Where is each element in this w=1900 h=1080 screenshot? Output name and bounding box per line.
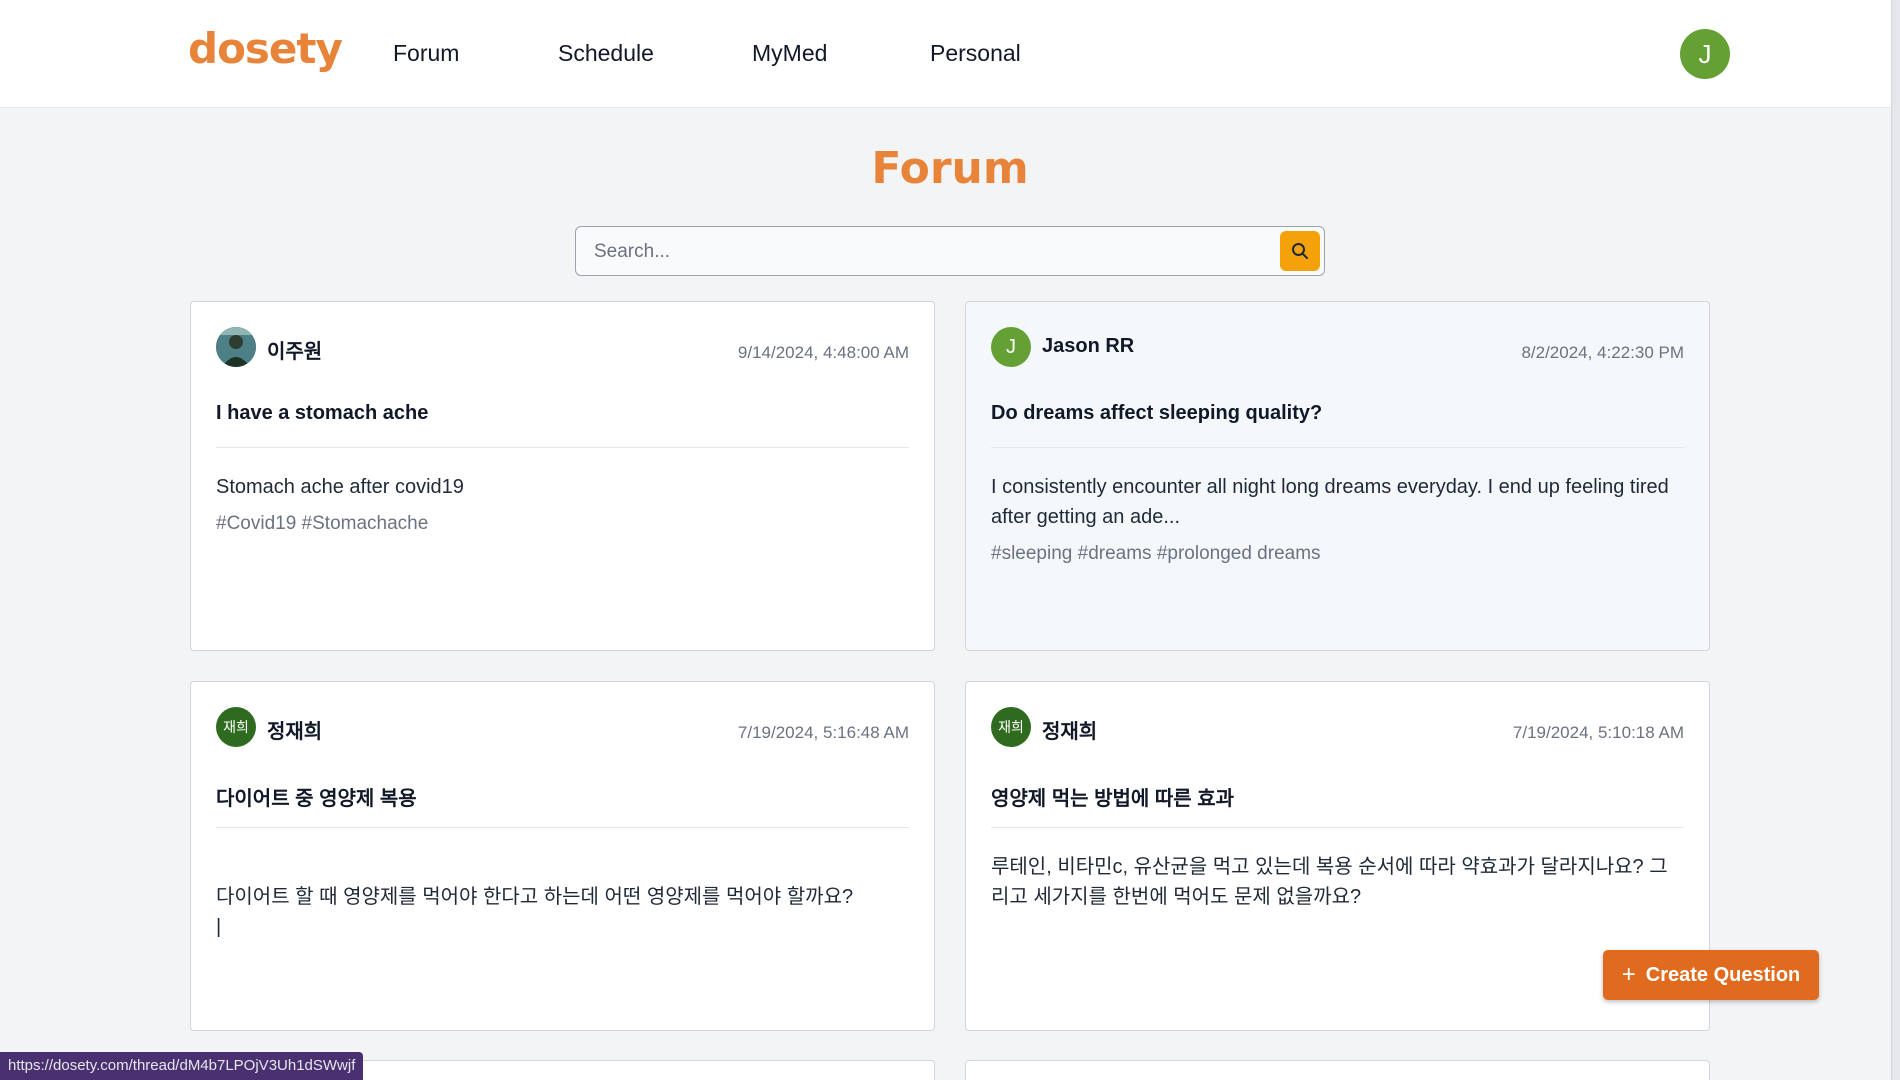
post-card[interactable]: 이주원 9/14/2024, 4:48:00 AM I have a stoma…: [190, 301, 935, 651]
author-avatar: J: [991, 327, 1031, 367]
page-title: Forum: [871, 143, 1029, 194]
post-content: 다이어트 할 때 영양제를 먹어야 한다고 하는데 어떤 영양제를 먹어야 할까…: [216, 852, 909, 972]
post-card[interactable]: [965, 1060, 1710, 1080]
nav-mymed[interactable]: MyMed: [752, 40, 827, 67]
search-input[interactable]: [594, 239, 1234, 265]
post-author: 정재희: [267, 721, 323, 743]
post-content: I consistently encounter all night long …: [991, 472, 1684, 569]
author-avatar: [216, 327, 256, 367]
post-body: 다이어트 할 때 영양제를 먹어야 한다고 하는데 어떤 영양제를 먹어야 할까…: [216, 886, 854, 938]
user-avatar[interactable]: J: [1680, 29, 1730, 79]
post-title: 영양제 먹는 방법에 따른 효과: [991, 788, 1235, 810]
post-title: I have a stomach ache: [216, 402, 429, 424]
plus-icon: +: [1621, 961, 1636, 988]
post-date: 7/19/2024, 5:10:18 AM: [1512, 723, 1684, 742]
author-avatar: 재희: [991, 707, 1031, 747]
status-bar-url: https://dosety.com/thread/dM4b7LPOjV3Uh1…: [0, 1052, 364, 1080]
scrollbar[interactable]: [1891, 0, 1900, 1080]
create-question-label: Create Question: [1645, 963, 1801, 986]
create-question-button[interactable]: + Create Question: [1603, 950, 1819, 1000]
search-button[interactable]: [1280, 231, 1320, 271]
post-author: Jason RR: [1042, 335, 1135, 357]
author-avatar: 재희: [216, 707, 256, 747]
divider: [216, 827, 909, 828]
post-date: 8/2/2024, 4:22:30 PM: [1521, 343, 1684, 362]
post-title: 다이어트 중 영양제 복용: [216, 788, 417, 810]
post-content: Stomach ache after covid19 #Covid19 #Sto…: [216, 472, 909, 539]
post-card[interactable]: J Jason RR 8/2/2024, 4:22:30 PM Do dream…: [965, 301, 1710, 651]
search-icon: [1292, 243, 1308, 259]
post-author: 이주원: [267, 341, 323, 363]
post-date: 9/14/2024, 4:48:00 AM: [737, 343, 909, 362]
post-title: Do dreams affect sleeping quality?: [991, 402, 1323, 424]
divider: [991, 827, 1684, 828]
post-card[interactable]: 재희 정재희 7/19/2024, 5:10:18 AM 영양제 먹는 방법에 …: [965, 681, 1710, 1031]
divider: [216, 447, 909, 448]
nav-personal[interactable]: Personal: [930, 40, 1021, 67]
search-bar: [575, 226, 1325, 276]
post-date: 7/19/2024, 5:16:48 AM: [737, 723, 909, 742]
nav-forum[interactable]: Forum: [393, 40, 459, 67]
post-tags: #sleeping #dreams #prolonged dreams: [991, 543, 1321, 564]
post-content: 루테인, 비타민c, 유산균을 먹고 있는데 복용 순서에 따라 약효과가 달라…: [991, 852, 1684, 912]
top-navigation-bar: dosety Forum Schedule MyMed Personal J: [0, 0, 1891, 108]
nav-schedule[interactable]: Schedule: [558, 40, 654, 67]
dosety-logo[interactable]: dosety: [188, 24, 343, 73]
divider: [991, 447, 1684, 448]
post-card[interactable]: 재희 정재희 7/19/2024, 5:16:48 AM 다이어트 중 영양제 …: [190, 681, 935, 1031]
profile-photo-icon: [216, 327, 256, 367]
post-author: 정재희: [1042, 721, 1098, 743]
post-body: I consistently encounter all night long …: [991, 476, 1669, 528]
post-body: Stomach ache after covid19: [216, 476, 464, 498]
post-body: 루테인, 비타민c, 유산균을 먹고 있는데 복용 순서에 따라 약효과가 달라…: [991, 856, 1668, 908]
post-tags: #Covid19 #Stomachache: [216, 513, 429, 534]
